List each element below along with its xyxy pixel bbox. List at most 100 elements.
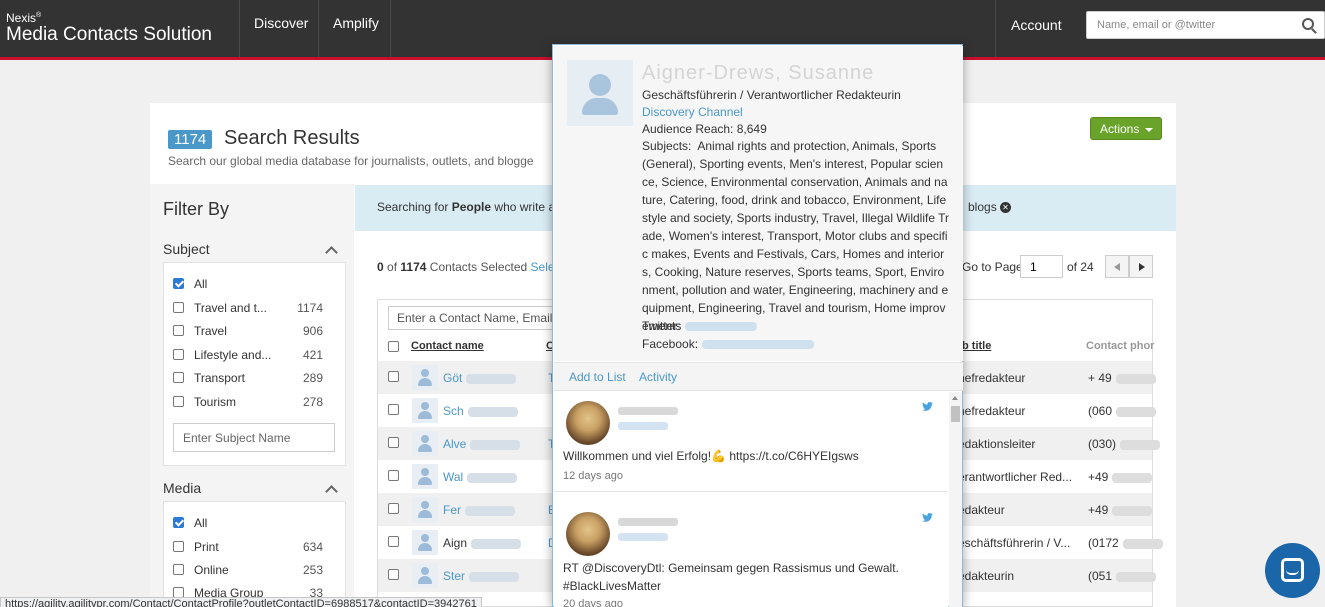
checkbox[interactable]	[173, 517, 184, 528]
page-number-input[interactable]	[1020, 255, 1063, 278]
profile-audience-reach: Audience Reach: 8,649	[642, 122, 767, 136]
tweet-handle	[618, 422, 668, 430]
actions-label: Actions	[1100, 122, 1140, 136]
tweet-item: Willkommen und viel Erfolg!💪 https://t.c…	[554, 392, 948, 492]
global-search-input[interactable]	[1087, 12, 1287, 38]
nav-account[interactable]: Account	[995, 0, 1075, 57]
brand-logo[interactable]: Nexis® Media Contacts Solution	[6, 10, 212, 46]
avatar-head	[589, 74, 611, 96]
tweet-author	[618, 518, 678, 526]
tweet-text: RT @DiscoveryDtl: Gemeinsam gegen Rassis…	[563, 561, 899, 593]
caret-down-icon	[1145, 127, 1154, 132]
twitter-bird-icon	[922, 513, 933, 522]
checkbox[interactable]	[173, 564, 184, 575]
close-circle-icon[interactable]: ✕	[1000, 202, 1012, 214]
row-checkbox[interactable]	[388, 503, 399, 514]
contact-avatar	[412, 464, 438, 489]
nav-discover[interactable]: Discover	[239, 0, 322, 57]
phone: + 49	[1088, 371, 1156, 385]
tweet-feed: Willkommen und viel Erfolg!💪 https://t.c…	[554, 392, 948, 607]
activity-link[interactable]: Activity	[639, 370, 677, 384]
job-title: edakteurin	[958, 569, 1015, 583]
chevron-right-icon	[1139, 263, 1145, 271]
tweet-handle	[618, 533, 668, 541]
contact-name-link[interactable]: Aign	[443, 536, 522, 550]
contact-name-link[interactable]: Ster	[443, 569, 520, 583]
scroll-up-icon[interactable]	[952, 396, 958, 400]
checkbox[interactable]	[173, 372, 184, 383]
row-checkbox[interactable]	[388, 404, 399, 415]
goto-page-label: Go to Page	[962, 260, 1023, 274]
checkbox[interactable]	[173, 302, 184, 313]
contact-name-link[interactable]: Alve	[443, 437, 521, 451]
profile-avatar	[567, 60, 633, 126]
row-checkbox[interactable]	[388, 437, 399, 448]
job-title: edaktionsleiter	[958, 437, 1036, 451]
row-checkbox[interactable]	[388, 470, 399, 481]
media-filter-title[interactable]: Media	[163, 480, 201, 496]
profile-outlet-link[interactable]: Discovery Channel	[642, 103, 743, 121]
contact-name-link[interactable]: Wal	[443, 470, 518, 484]
checkbox[interactable]	[173, 396, 184, 407]
next-page-button[interactable]	[1129, 255, 1153, 278]
row-checkbox[interactable]	[388, 371, 399, 382]
twitter-link[interactable]	[684, 322, 757, 332]
phone: (051	[1088, 569, 1157, 583]
tweet-author	[618, 407, 678, 415]
phone: +49	[1088, 470, 1153, 484]
column-header-contact-name[interactable]: Contact name	[411, 340, 484, 352]
profile-role: Geschäftsführerin / Verantwortlicher Red…	[642, 88, 901, 102]
checkbox[interactable]	[173, 541, 184, 552]
select-link[interactable]: Sele	[531, 260, 555, 274]
search-summary-text: Searching for People who write a	[377, 200, 556, 214]
search-icon[interactable]	[1302, 18, 1314, 30]
checkbox[interactable]	[173, 349, 184, 360]
brand-line2: Media Contacts Solution	[6, 24, 212, 45]
profile-name[interactable]: Aigner-Drews, Susanne	[642, 62, 874, 85]
profile-facebook: Facebook:	[642, 335, 815, 353]
actions-button[interactable]: Actions	[1090, 117, 1162, 140]
job-title: hefredakteur	[958, 404, 1026, 418]
phone: +49	[1088, 503, 1153, 517]
profile-twitter: Twitter:	[642, 317, 757, 335]
facebook-link[interactable]	[702, 340, 815, 350]
page-count: of 24	[1067, 260, 1094, 274]
tweet-avatar	[566, 512, 610, 556]
select-all-checkbox[interactable]	[388, 341, 399, 352]
subject-name-input[interactable]	[173, 423, 335, 452]
brand-line1: Nexis®	[6, 11, 42, 25]
profile-subjects: Subjects: Animal rights and protection, …	[642, 139, 950, 333]
add-to-list-link[interactable]: Add to List	[569, 370, 626, 384]
subject-filter-title[interactable]: Subject	[163, 241, 210, 257]
global-search	[1086, 11, 1325, 39]
phone: (060	[1088, 404, 1157, 418]
status-bar-url: https://agility.agilitypr.com/Contact/Co…	[0, 597, 482, 607]
contact-name-link[interactable]: Göt	[443, 371, 517, 385]
contact-avatar	[412, 431, 438, 456]
prev-page-button[interactable]	[1105, 255, 1129, 278]
contact-avatar	[412, 530, 438, 555]
chat-launcher-button[interactable]	[1265, 543, 1320, 598]
page-subtitle: Search our global media database for jou…	[168, 154, 534, 168]
contact-name-link[interactable]: Fer	[443, 503, 515, 517]
job-title: erantwortlicher Red...	[958, 470, 1073, 484]
tweet-time: 12 days ago	[563, 470, 623, 482]
tweet-avatar	[566, 401, 610, 445]
profile-actions: Add to List Activity	[554, 362, 963, 391]
checkbox[interactable]	[173, 325, 184, 336]
contact-profile-popup: Aigner-Drews, Susanne Geschäftsführerin …	[552, 44, 963, 607]
phone: (0172	[1088, 536, 1163, 550]
tweet-feed-scrollbar[interactable]	[949, 392, 962, 607]
contact-avatar	[412, 365, 438, 390]
avatar-body	[582, 98, 618, 115]
row-checkbox[interactable]	[388, 536, 399, 547]
page-title: Search Results	[224, 127, 360, 149]
contact-name-link[interactable]: Sch	[443, 404, 518, 418]
column-header-contact-phone: Contact phor	[1086, 340, 1155, 352]
job-title: eschäftsführerin / V...	[958, 536, 1071, 550]
nav-amplify[interactable]: Amplify	[318, 0, 391, 57]
row-checkbox[interactable]	[388, 569, 399, 580]
checkbox[interactable]	[173, 278, 184, 289]
scrollbar-thumb[interactable]	[951, 406, 960, 422]
column-header-job-title[interactable]: b title	[962, 340, 991, 352]
